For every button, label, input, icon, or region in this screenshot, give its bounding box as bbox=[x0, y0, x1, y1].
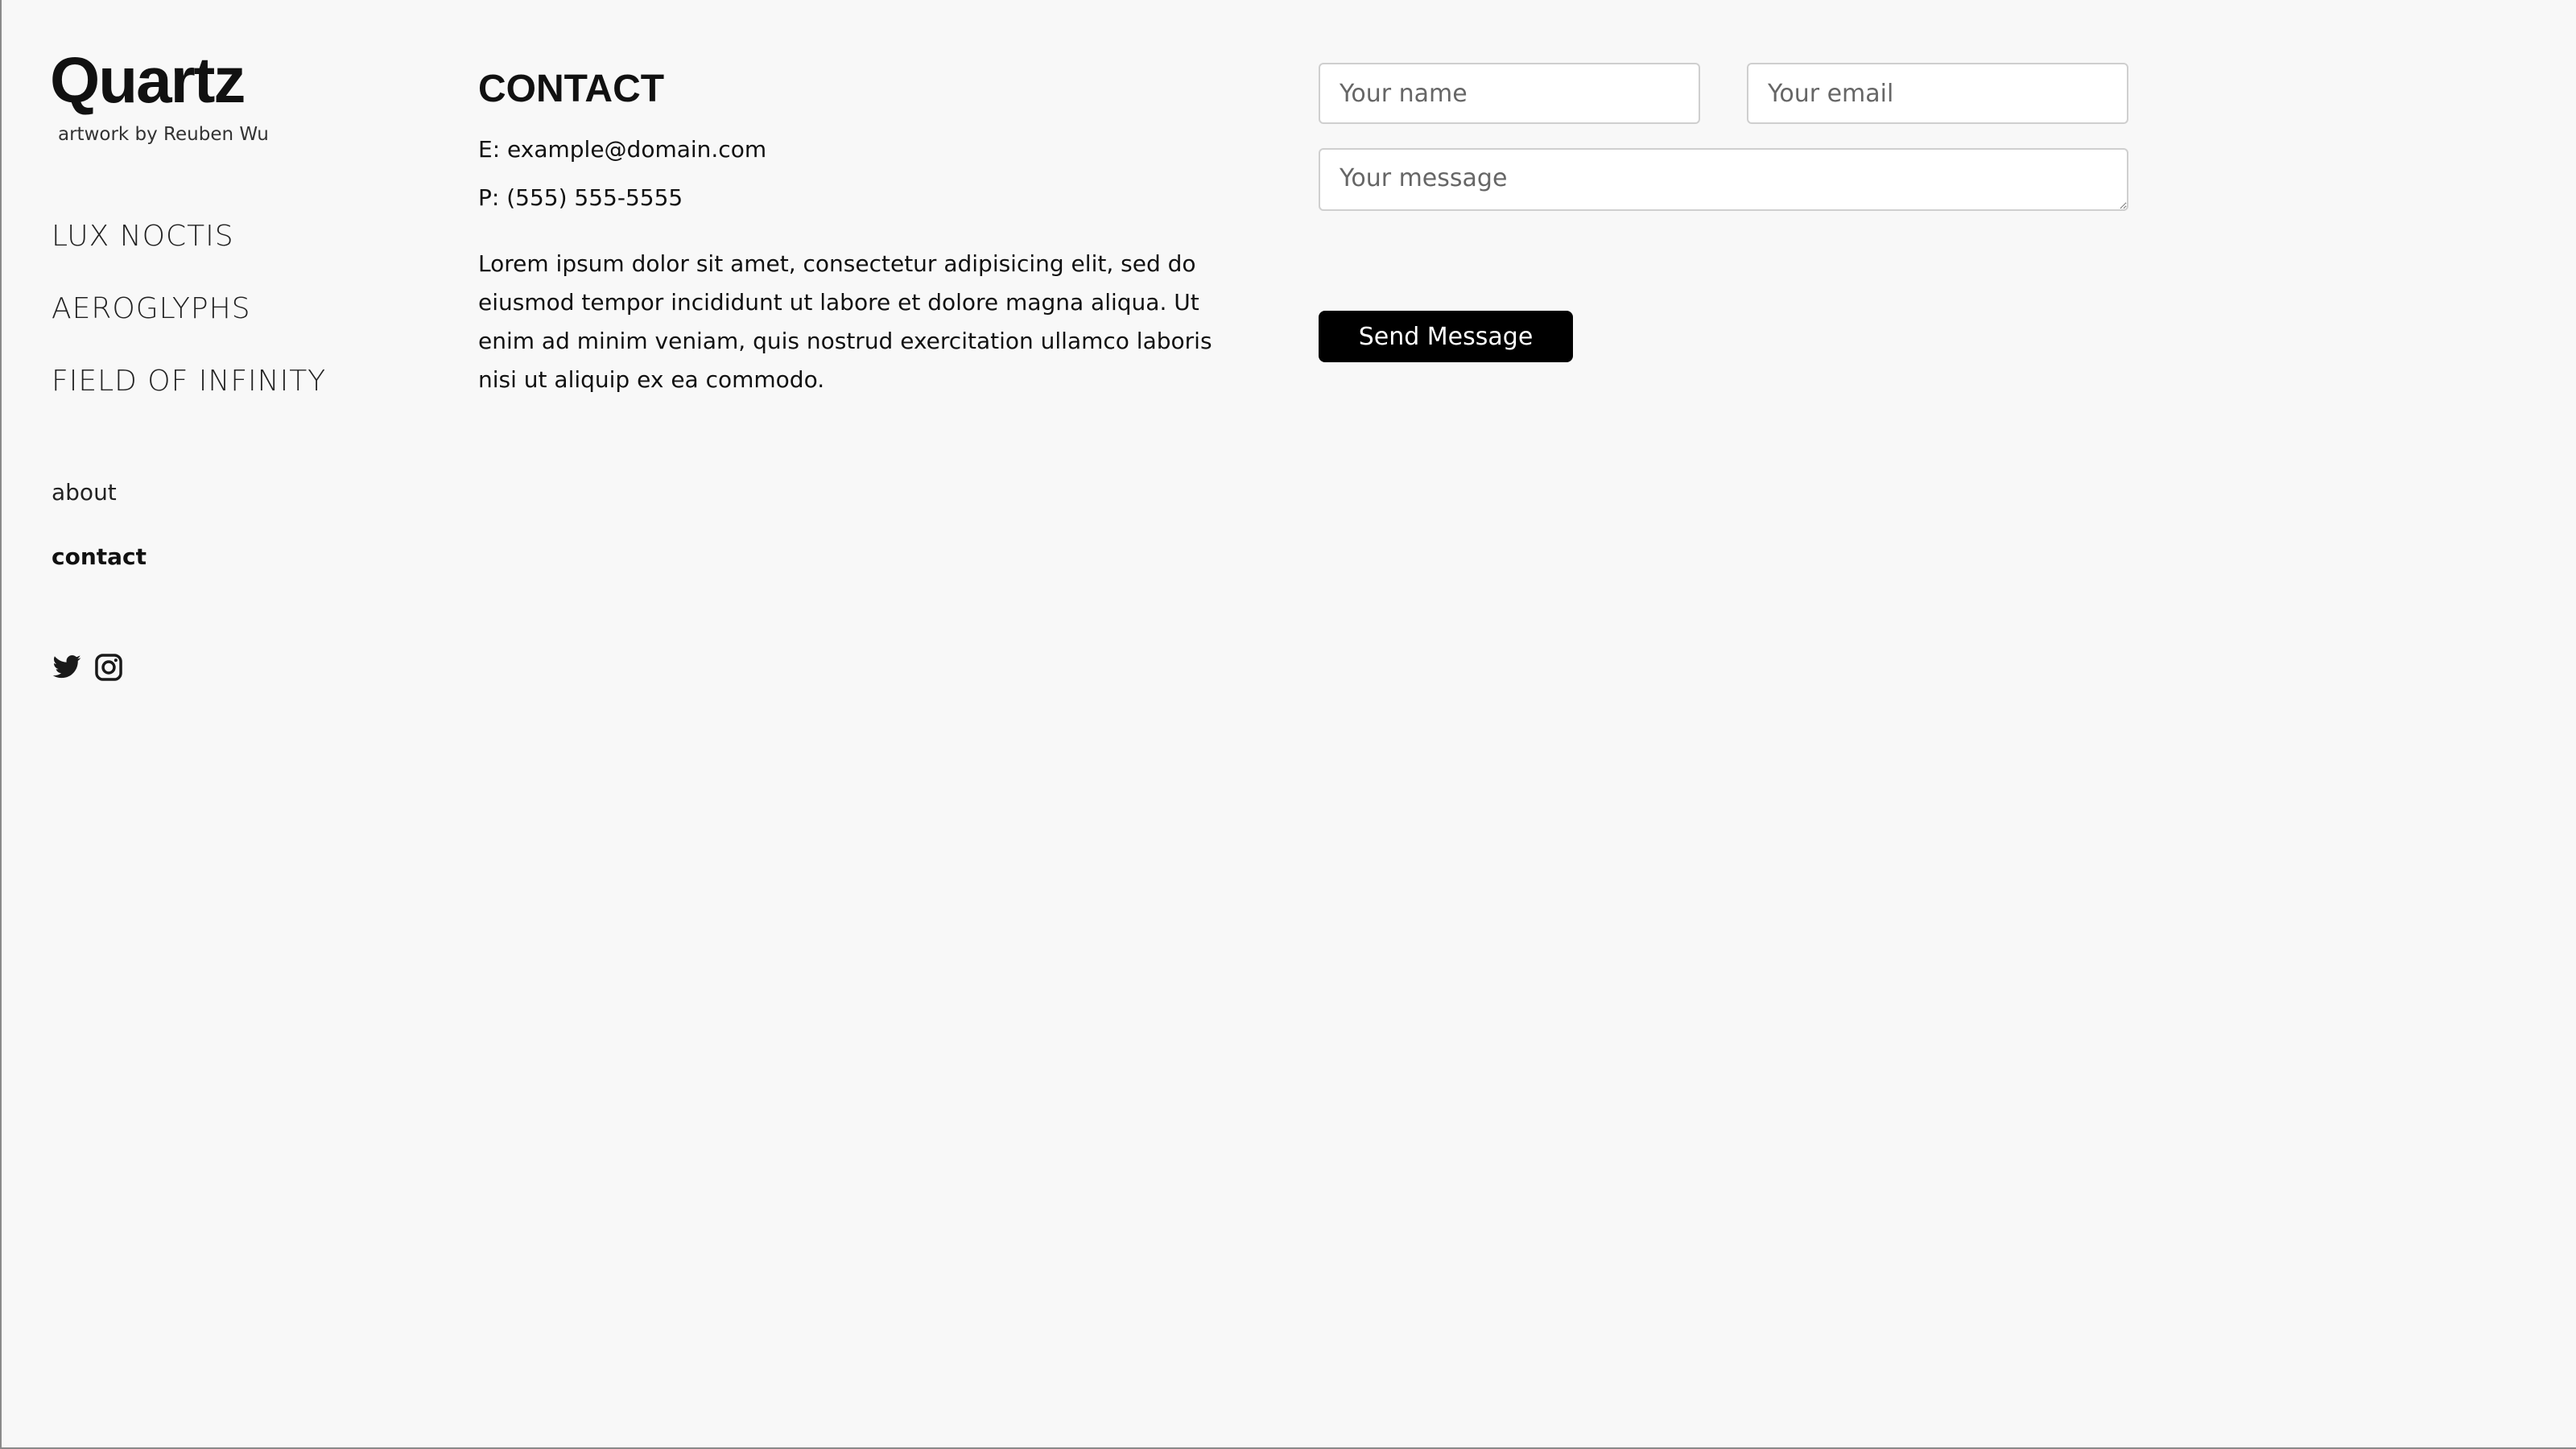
nav-item-lux-noctis[interactable]: LUX NOCTIS bbox=[52, 217, 326, 290]
site-title[interactable]: Quartz bbox=[50, 48, 269, 113]
contact-description: Lorem ipsum dolor sit amet, consectetur … bbox=[478, 250, 1212, 393]
nav-item-field-of-infinity[interactable]: FIELD OF INFINITY bbox=[52, 362, 326, 435]
send-message-button[interactable]: Send Message bbox=[1319, 311, 1573, 362]
nav-item-aeroglyphs[interactable]: AEROGLYPHS bbox=[52, 290, 326, 362]
instagram-icon[interactable] bbox=[93, 652, 124, 683]
contact-email: E: example@domain.com bbox=[478, 136, 767, 163]
nav-item-contact[interactable]: contact bbox=[52, 538, 147, 602]
page-title: CONTACT bbox=[478, 68, 665, 110]
nav-item-about[interactable]: about bbox=[52, 473, 147, 538]
brand: Quartz artwork by Reuben Wu bbox=[50, 48, 269, 146]
main-nav: LUX NOCTIS AEROGLYPHS FIELD OF INFINITY bbox=[52, 217, 326, 435]
twitter-icon[interactable] bbox=[52, 652, 82, 683]
contact-phone: P: (555) 555-5555 bbox=[478, 184, 683, 211]
secondary-nav: about contact bbox=[52, 473, 147, 602]
email-field[interactable] bbox=[1747, 63, 2128, 124]
message-field[interactable] bbox=[1319, 148, 2128, 211]
contact-info: CONTACT E: example@domain.com P: (555) 5… bbox=[478, 64, 1227, 422]
site-subtitle: artwork by Reuben Wu bbox=[58, 124, 269, 145]
social-links bbox=[52, 652, 124, 683]
name-field[interactable] bbox=[1319, 63, 1700, 124]
page-frame: Quartz artwork by Reuben Wu LUX NOCTIS A… bbox=[0, 0, 2576, 1449]
